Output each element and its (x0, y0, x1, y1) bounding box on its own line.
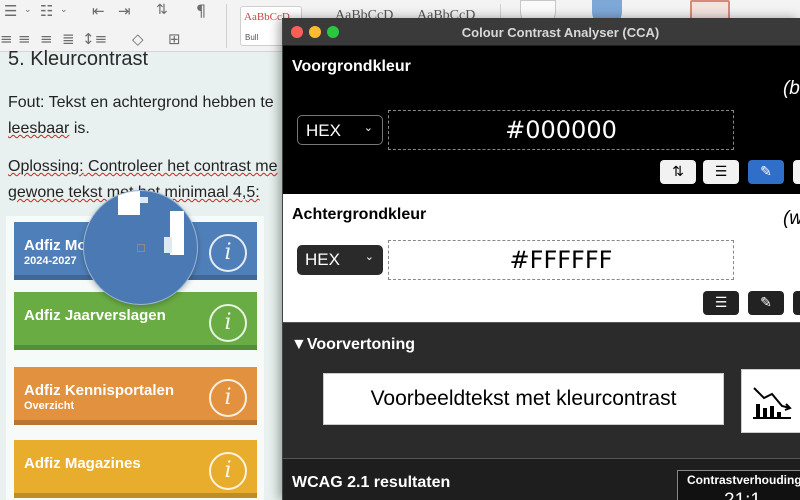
misspelled-word[interactable]: Oplossing: (8, 158, 84, 175)
chevron-down-icon: ⌄ (364, 251, 374, 263)
table-icon[interactable] (690, 0, 730, 20)
background-section: Achtergrondkleur (white) HEX ⌄ #FFFFFF ☰… (283, 194, 800, 322)
shading-icon[interactable]: ◇ (132, 32, 144, 47)
contrast-ratio-value: 21:1 (724, 490, 761, 500)
foreground-section: Voorgrondkleur (black) HEX ⌄ #000000 ⇅ ☰… (283, 46, 800, 194)
tile-subtitle: 2024-2027 (24, 255, 77, 267)
magnified-pixel (118, 191, 140, 215)
sort-icon[interactable]: ⇅ (156, 3, 168, 17)
style-label: Bull (245, 33, 259, 42)
borders-icon[interactable]: ⊞ (168, 32, 181, 47)
swap-colors-button[interactable]: ⇅ (660, 160, 696, 184)
align-center-icon[interactable]: ≡ (18, 32, 31, 47)
decrease-indent-icon[interactable]: ⇤ (92, 4, 105, 19)
format-value: HEX (305, 250, 340, 269)
wcag-results-section: WCAG 2.1 resultaten Contrastverhouding 2… (283, 458, 800, 500)
tile-adfiz-magazines[interactable]: Adfiz Magazines i (14, 440, 257, 498)
foreground-title: Voorgrondkleur (292, 58, 411, 75)
cca-window: Colour Contrast Analyser (CCA) Voorgrond… (282, 18, 800, 500)
info-icon[interactable]: i (209, 452, 247, 490)
info-icon[interactable]: i (209, 234, 247, 272)
foreground-format-select[interactable]: HEX ⌄ (297, 115, 383, 145)
window-title: Colour Contrast Analyser (CCA) (461, 25, 660, 40)
more-options-button[interactable] (793, 160, 800, 184)
contrast-chart-button[interactable] (741, 369, 800, 433)
background-hex-input[interactable]: #FFFFFF (388, 240, 734, 280)
more-options-button[interactable] (793, 291, 800, 315)
tile-shadow-bar (14, 345, 257, 350)
tile-title: Adfiz Mo (24, 237, 87, 254)
info-icon[interactable]: i (209, 304, 247, 342)
align-left-icon[interactable]: ≡ (0, 32, 13, 47)
magnified-pixel (140, 197, 148, 203)
foreground-color-name: (black) (782, 78, 800, 99)
tile-title: Adfiz Kennisportalen (24, 382, 175, 399)
numbered-list-icon[interactable]: ☷ (40, 4, 53, 19)
tile-shadow-bar (14, 493, 257, 498)
eyedropper-icon[interactable]: ✎ (748, 291, 784, 315)
preview-section: ▼Voorvertoning Voorbeeldtekst met kleurc… (283, 322, 800, 458)
tile-adfiz-kennisportalen[interactable]: Adfiz Kennisportalen Overzicht i (14, 367, 257, 425)
chevron-down-icon[interactable]: ⌄ (24, 6, 32, 15)
picker-crosshair-icon (137, 244, 145, 252)
tile-shadow-bar (14, 420, 257, 425)
tile-title: Adfiz Magazines (24, 455, 141, 472)
color-sliders-button[interactable]: ☰ (703, 160, 739, 184)
tile-subtitle: Overzicht (24, 400, 75, 412)
color-sliders-button[interactable]: ☰ (703, 291, 739, 315)
paragraph-mark-icon[interactable]: ¶ (196, 3, 206, 19)
paragraph-text: Fout: Tekst en achtergrond hebben te (8, 94, 274, 111)
color-picker-magnifier[interactable] (83, 190, 198, 305)
contrast-ratio-box: Contrastverhouding 21:1 (677, 470, 800, 500)
magnified-pixel (170, 211, 184, 255)
paragraph-text: leesbaar is. (8, 120, 90, 138)
window-titlebar[interactable]: Colour Contrast Analyser (CCA) (283, 18, 800, 46)
misspelled-word[interactable]: gewone tekst m (8, 184, 120, 201)
magnified-pixel (164, 237, 172, 253)
document-heading: 5. Kleurcontrast (8, 49, 149, 69)
misspelled-word[interactable]: leesbaar (8, 120, 69, 137)
background-format-select[interactable]: HEX ⌄ (297, 245, 383, 275)
chevron-down-icon[interactable]: ⌄ (60, 6, 68, 15)
preview-sample-text: Voorbeeldtekst met kleurcontrast (323, 373, 724, 425)
chart-trend-icon (753, 387, 792, 419)
chevron-down-icon: ⌄ (363, 122, 373, 134)
align-right-icon[interactable]: ≡ (40, 32, 53, 47)
bullet-list-icon[interactable]: ☰ (4, 4, 17, 19)
contrast-ratio-label: Contrastverhouding (687, 473, 800, 487)
eyedropper-icon[interactable]: ✎ (748, 160, 784, 184)
ribbon-divider (226, 4, 227, 48)
increase-indent-icon[interactable]: ⇥ (118, 4, 131, 19)
justify-icon[interactable]: ≣ (62, 32, 75, 47)
wcag-results-title: WCAG 2.1 resultaten (292, 474, 451, 491)
line-spacing-icon[interactable]: ↕≡ (82, 32, 107, 47)
info-icon[interactable]: i (209, 379, 247, 417)
tile-title: Adfiz Jaarverslagen (24, 307, 166, 324)
paragraph-text: is. (69, 120, 90, 137)
foreground-hex-input[interactable]: #000000 (388, 110, 734, 150)
preview-toggle[interactable]: ▼Voorvertoning (291, 336, 415, 354)
background-color-name: (white) (782, 208, 800, 229)
paragraph-text: Oplossing: Controleer het contrast me (8, 158, 277, 176)
background-title: Achtergrondkleur (292, 206, 427, 223)
format-value: HEX (306, 121, 341, 140)
paragraph-text: Controleer het contrast me (83, 158, 278, 175)
